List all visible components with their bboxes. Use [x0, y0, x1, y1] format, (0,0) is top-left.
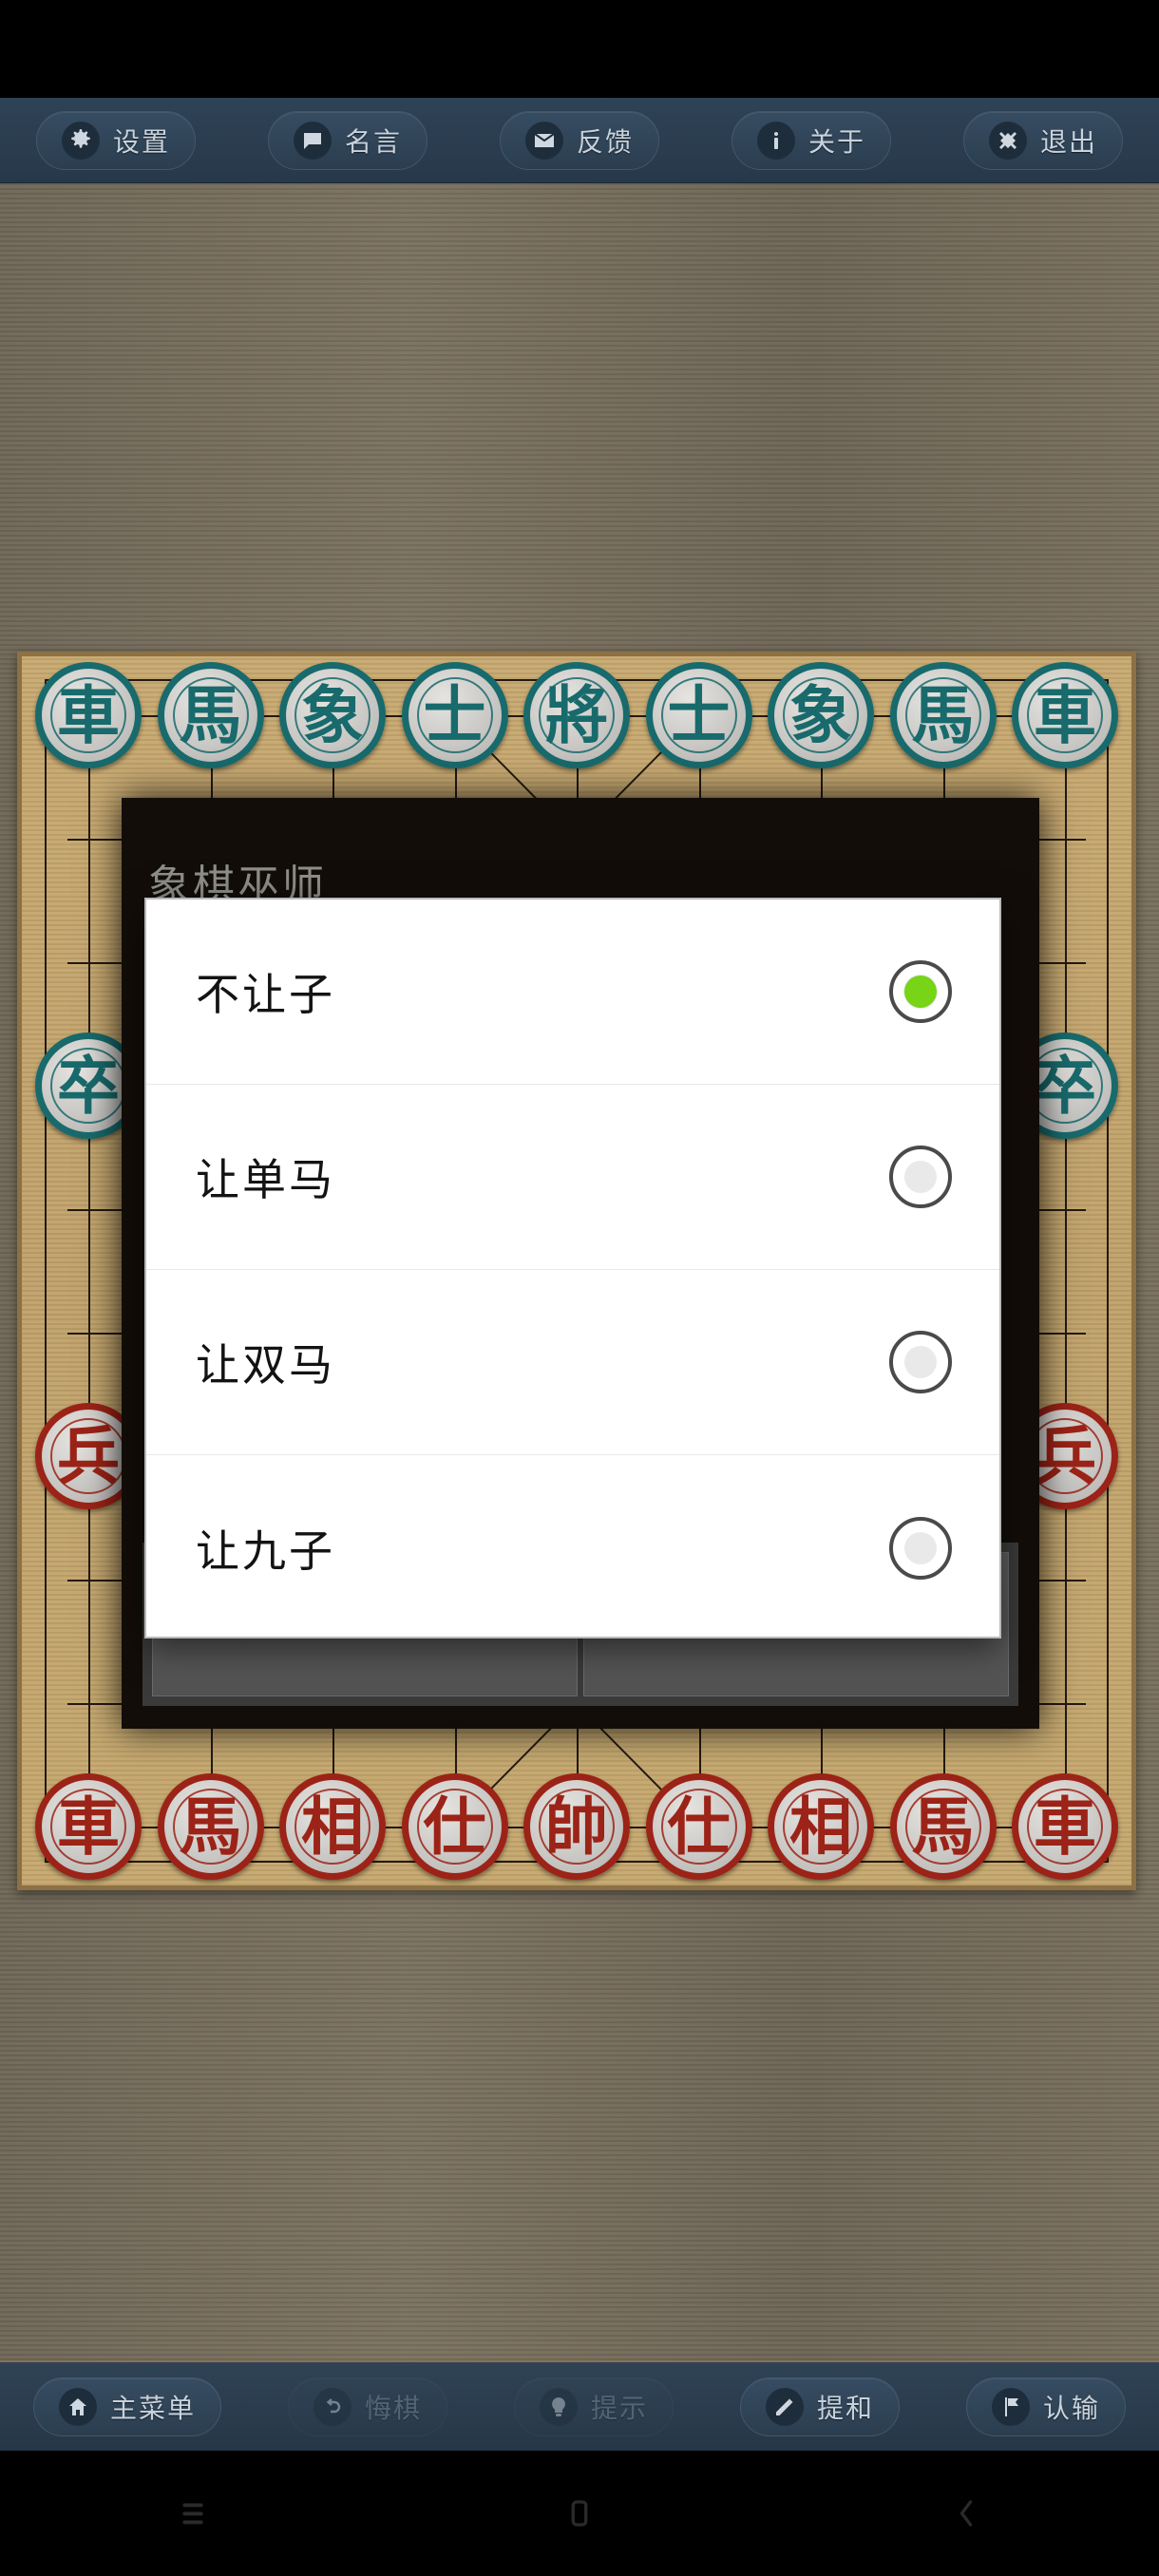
hint-button[interactable]: 提示 [513, 2377, 674, 2436]
piece-red-3[interactable]: 仕 [401, 1773, 508, 1880]
settings-button[interactable]: 设置 [35, 110, 196, 170]
choice-option-3[interactable]: 让九子 [146, 1455, 999, 1637]
piece-black-4[interactable]: 將 [523, 662, 630, 768]
radio-button-2[interactable] [889, 1331, 952, 1393]
back-button[interactable] [909, 2475, 1023, 2551]
about-label: 关于 [808, 126, 865, 157]
piece-red-4[interactable]: 帥 [523, 1773, 630, 1880]
settings-label: 设置 [112, 126, 170, 157]
quotes-label: 名言 [344, 126, 402, 157]
board-file-line [88, 700, 90, 1842]
piece-black-5[interactable]: 士 [645, 662, 752, 768]
piece-red-1[interactable]: 馬 [157, 1773, 264, 1880]
choice-label-0: 不让子 [196, 970, 335, 1019]
about-button[interactable]: 关于 [731, 110, 891, 170]
gear-icon [61, 121, 100, 160]
piece-red-2[interactable]: 相 [279, 1773, 386, 1880]
main-menu-button[interactable]: 主菜单 [32, 2377, 221, 2436]
radio-button-3[interactable] [889, 1516, 952, 1580]
handicap-choice-dialog: 不让子 让单马 让双马 让九子 [144, 898, 1001, 1638]
exit-button[interactable]: 退出 [962, 110, 1123, 170]
undo-icon [313, 2387, 352, 2426]
piece-black-6[interactable]: 象 [768, 662, 874, 768]
status-bar [0, 0, 1159, 98]
back-chevron-icon [949, 2496, 983, 2530]
home-button[interactable] [522, 2475, 636, 2551]
undo-move-label: 悔棋 [364, 2393, 422, 2423]
flag-icon [991, 2387, 1030, 2426]
piece-black-8[interactable]: 車 [1012, 662, 1118, 768]
piece-black-0[interactable]: 車 [35, 662, 142, 768]
choice-option-0[interactable]: 不让子 [146, 900, 999, 1085]
offer-draw-button[interactable]: 提和 [739, 2377, 900, 2436]
app-screen: 设置 名言 反馈 关于 退出 車 馬 象 士 將 士 象 馬 車 卒 卒 兵 兵… [0, 0, 1159, 2576]
piece-black-2[interactable]: 象 [279, 662, 386, 768]
piece-black-1[interactable]: 馬 [157, 662, 264, 768]
home-square-icon [562, 2496, 597, 2530]
bottom-toolbar: 主菜单 悔棋 提示 提和 认输 [0, 2360, 1159, 2451]
home-icon [58, 2387, 97, 2426]
quotes-button[interactable]: 名言 [267, 110, 428, 170]
top-toolbar: 设置 名言 反馈 关于 退出 [0, 98, 1159, 183]
close-x-icon [988, 121, 1027, 160]
piece-red-5[interactable]: 仕 [645, 1773, 752, 1880]
speech-bubble-icon [293, 121, 332, 160]
choice-label-3: 让九子 [196, 1525, 335, 1576]
choice-label-2: 让双马 [196, 1340, 335, 1390]
piece-red-7[interactable]: 馬 [889, 1773, 997, 1880]
android-navigation-bar [0, 2451, 1159, 2576]
choice-option-2[interactable]: 让双马 [146, 1270, 999, 1455]
main-menu-label: 主菜单 [109, 2393, 196, 2423]
recents-menu-icon [176, 2496, 210, 2530]
feedback-button[interactable]: 反馈 [499, 110, 659, 170]
piece-red-8[interactable]: 車 [1012, 1773, 1118, 1880]
piece-red-6[interactable]: 相 [768, 1773, 874, 1880]
feedback-label: 反馈 [576, 126, 634, 157]
piece-red-0[interactable]: 車 [35, 1773, 142, 1880]
recents-button[interactable] [136, 2475, 250, 2551]
resign-label: 认输 [1042, 2393, 1100, 2423]
undo-move-button[interactable]: 悔棋 [287, 2377, 447, 2436]
offer-draw-label: 提和 [816, 2393, 874, 2423]
pencil-icon [765, 2387, 804, 2426]
choice-label-1: 让单马 [196, 1155, 335, 1204]
exit-label: 退出 [1039, 126, 1097, 157]
envelope-icon [524, 121, 563, 160]
bulb-icon [539, 2387, 578, 2426]
radio-button-1[interactable] [889, 1146, 952, 1208]
choice-option-1[interactable]: 让单马 [146, 1085, 999, 1270]
radio-button-0[interactable] [889, 960, 952, 1023]
piece-black-3[interactable]: 士 [401, 662, 508, 768]
resign-button[interactable]: 认输 [965, 2377, 1126, 2436]
hint-label: 提示 [590, 2393, 648, 2423]
piece-black-7[interactable]: 馬 [889, 662, 997, 768]
board-file-line [1065, 700, 1067, 1842]
info-icon [756, 121, 795, 160]
